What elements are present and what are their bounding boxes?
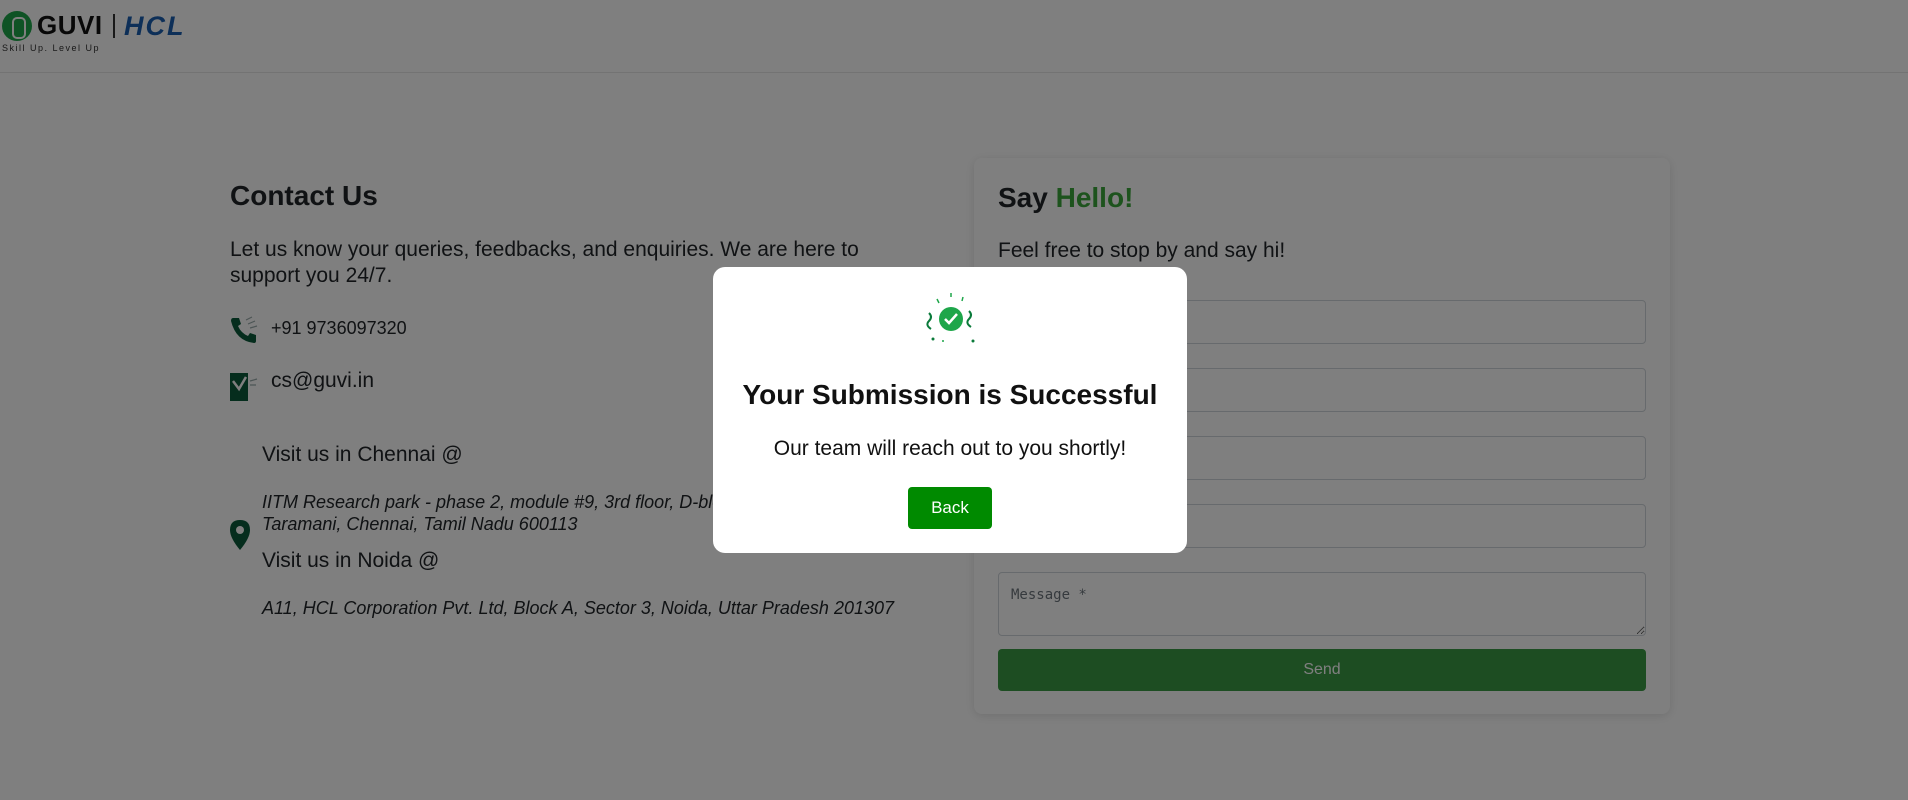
success-check-icon (926, 293, 975, 343)
success-modal: Your Submission is Successful Our team w… (713, 267, 1187, 553)
back-button[interactable]: Back (908, 487, 992, 529)
modal-message: Our team will reach out to you shortly! (773, 437, 1127, 460)
modal-title: Your Submission is Successful (742, 379, 1158, 410)
